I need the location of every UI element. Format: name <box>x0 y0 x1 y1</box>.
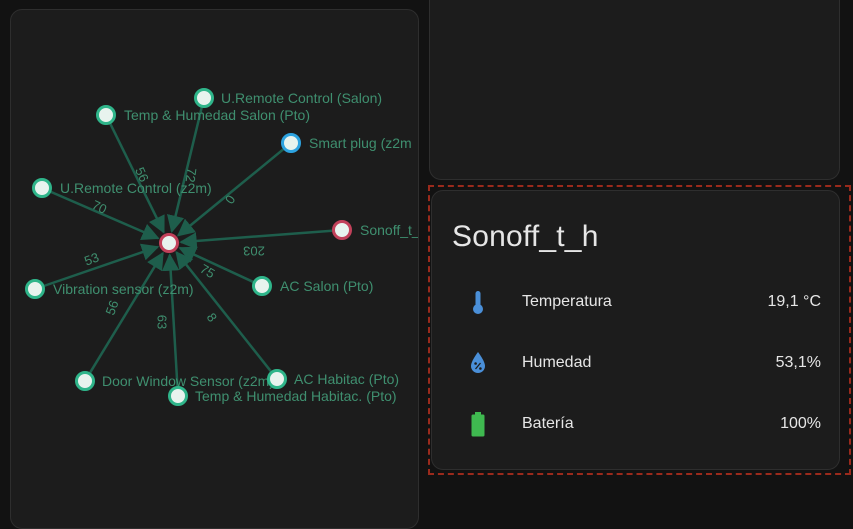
graph-edge-label: 56 <box>102 298 121 317</box>
graph-edge-label: 203 <box>243 244 265 259</box>
entity-value: 19,1 °C <box>767 293 821 310</box>
graph-node-dot[interactable] <box>267 369 287 389</box>
graph-node-dot[interactable] <box>25 279 45 299</box>
card-title: Sonoff_t_h <box>452 220 599 253</box>
graph-edge-label: 70 <box>90 197 109 217</box>
entity-value: 100% <box>780 415 821 432</box>
entity-name: Temperatura <box>522 293 612 310</box>
empty-card <box>429 0 840 180</box>
graph-edge-vibration <box>44 243 160 287</box>
graph-node-dot[interactable] <box>281 133 301 153</box>
entity-row-humedad[interactable]: Humedad 53,1% <box>432 348 841 378</box>
graph-node-dot[interactable] <box>194 88 214 108</box>
graph-node-u-remote-salon[interactable]: U.Remote Control (Salon) <box>194 88 383 108</box>
graph-node-u-remote-z2m[interactable]: U.Remote Control (z2m) <box>32 178 212 198</box>
graph-edge-label: 8 <box>204 310 220 325</box>
graph-node-label: AC Habitac (Pto) <box>294 371 399 387</box>
graph-edge-door-window <box>89 251 164 374</box>
graph-node-dot[interactable] <box>168 386 188 406</box>
graph-edge-ac-salon <box>178 246 254 283</box>
graph-edge-temp-humedad-habitac <box>161 253 180 387</box>
graph-node-ac-habitac[interactable]: AC Habitac (Pto) <box>267 369 400 389</box>
graph-node-label: Sonoff_t_ <box>360 222 419 238</box>
graph-node-label: Vibration sensor (z2m) <box>53 281 194 297</box>
graph-node-label: Temp & Humedad Habitac. (Pto) <box>195 388 397 404</box>
graph-node-dot[interactable] <box>332 220 352 240</box>
entity-name: Batería <box>522 415 574 432</box>
graph-node-label: Temp & Humedad Salon (Pto) <box>124 107 310 123</box>
zigbee-network-map-card: 56 72 0 70 203 53 75 56 63 8 U.Remote Control (Sa… <box>10 9 419 529</box>
battery-icon <box>468 409 488 439</box>
water-percent-icon <box>468 348 488 378</box>
graph-edge-u-remote-z2m <box>50 190 160 241</box>
graph-node-dot[interactable] <box>75 371 95 391</box>
graph-node-dot[interactable] <box>252 276 272 296</box>
graph-node-label: U.Remote Control (z2m) <box>60 180 212 196</box>
sensor-entities-card[interactable]: Sonoff_t_h Temperatura 19,1 °C Humedad 5… <box>431 190 840 470</box>
graph-node-ac-salon[interactable]: AC Salon (Pto) <box>252 276 374 296</box>
graph-node-smart-plug[interactable]: Smart plug (z2m <box>281 133 412 153</box>
graph-node-center[interactable] <box>159 233 179 253</box>
thermometer-icon <box>468 287 488 317</box>
graph-node-label: Door Window Sensor (z2m) <box>102 373 274 389</box>
graph-edge-sonoff <box>179 229 333 250</box>
graph-edge-ac-habitac <box>175 251 272 372</box>
graph-edge-label: 53 <box>82 249 101 268</box>
graph-node-label: Smart plug (z2m <box>309 135 412 151</box>
graph-node-sonoff[interactable]: Sonoff_t_ <box>332 220 420 240</box>
entity-value: 53,1% <box>775 354 821 371</box>
graph-node-dot[interactable] <box>32 178 52 198</box>
entity-row-temperatura[interactable]: Temperatura 19,1 °C <box>432 287 841 317</box>
entity-row-bateria[interactable]: Batería 100% <box>432 409 841 439</box>
graph-node-dot[interactable] <box>159 233 179 253</box>
graph-edge-label: 63 <box>155 315 170 329</box>
graph-node-label: U.Remote Control (Salon) <box>221 90 382 106</box>
graph-node-label: AC Salon (Pto) <box>280 278 373 294</box>
network-graph[interactable]: 56 7207020353755663 8 U.Remote Control (Sa… <box>11 10 419 529</box>
entity-name: Humedad <box>522 354 592 371</box>
graph-node-temp-humedad-salon[interactable]: Temp & Humedad Salon (Pto) <box>96 105 310 125</box>
graph-node-temp-humedad-habitac[interactable]: Temp & Humedad Habitac. (Pto) <box>168 386 397 406</box>
graph-node-dot[interactable] <box>96 105 116 125</box>
